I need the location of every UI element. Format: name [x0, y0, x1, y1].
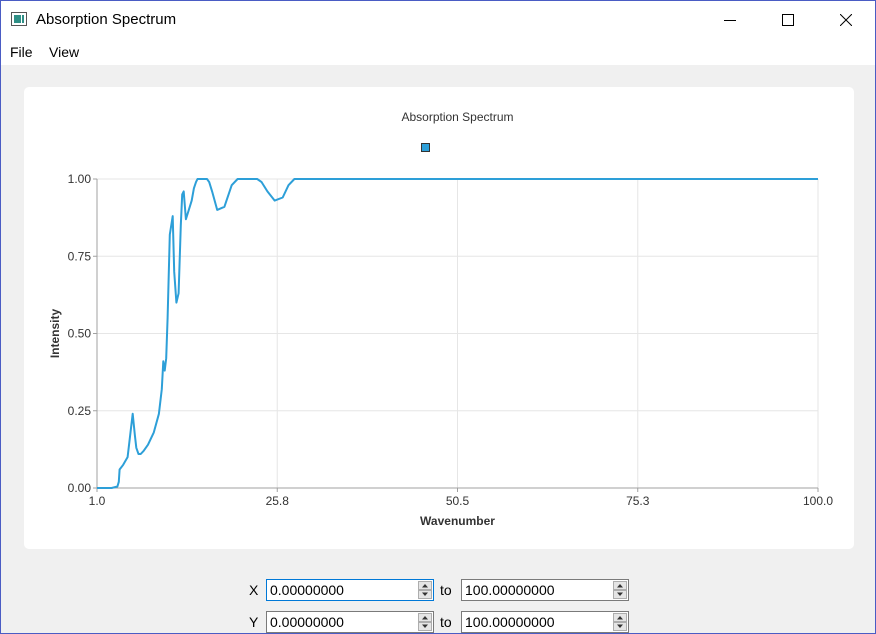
x-min-decrement[interactable] [418, 590, 432, 599]
y-tick-label: 0.25 [68, 404, 92, 418]
x-min-increment[interactable] [418, 581, 432, 590]
y-max-increment[interactable] [613, 613, 627, 622]
x-max-decrement[interactable] [613, 590, 627, 599]
x-tick-label: 25.8 [266, 494, 290, 508]
y-range-row: Y to [1, 611, 875, 633]
arrow-up-icon [422, 584, 428, 588]
y-tick-label: 0.50 [68, 327, 92, 341]
y-tick-label: 0.75 [68, 249, 92, 263]
app-icon [11, 12, 27, 26]
y-tick-label: 0.00 [68, 481, 92, 495]
x-max-input[interactable] [462, 580, 613, 600]
y-axis-label: Intensity [48, 309, 62, 359]
arrow-up-icon [617, 616, 623, 620]
x-tick-label: 1.0 [89, 494, 106, 508]
arrow-up-icon [617, 584, 623, 588]
y-max-spinbox[interactable] [461, 611, 629, 633]
maximize-button[interactable] [759, 1, 817, 39]
x-tick-label: 50.5 [446, 494, 470, 508]
x-max-spinbox[interactable] [461, 579, 629, 601]
close-button[interactable] [817, 1, 875, 39]
minimize-icon [724, 20, 736, 21]
window-title: Absorption Spectrum [36, 11, 177, 28]
x-range-label: X [249, 582, 259, 598]
menu-bar: File View [1, 39, 875, 65]
x-min-input[interactable] [267, 580, 418, 600]
chart-panel: 1.0 25.8 50.5 75.3 100.0 0.00 0.25 0.50 0.75 1.00… [24, 87, 854, 549]
x-to-label: to [440, 582, 452, 598]
y-tick-label: 1.00 [68, 172, 92, 186]
app-window: Absorption Spectrum File View 1.0 25.8 50.… [0, 0, 876, 634]
menu-file[interactable]: File [10, 44, 33, 60]
arrow-down-icon [422, 592, 428, 596]
y-range-label: Y [249, 614, 259, 630]
x-range-row: X to [1, 579, 875, 603]
maximize-icon [782, 14, 794, 26]
x-tick-label: 100.0 [803, 494, 833, 508]
close-icon [840, 14, 852, 26]
y-min-input[interactable] [267, 612, 418, 632]
y-max-decrement[interactable] [613, 622, 627, 631]
y-max-input[interactable] [462, 612, 613, 632]
y-min-spinbox[interactable] [266, 611, 434, 633]
x-max-increment[interactable] [613, 581, 627, 590]
arrow-up-icon [422, 616, 428, 620]
y-min-increment[interactable] [418, 613, 432, 622]
title-bar[interactable]: Absorption Spectrum [1, 1, 875, 39]
legend-marker [421, 143, 430, 152]
absorption-chart: 1.0 25.8 50.5 75.3 100.0 0.00 0.25 0.50 0.75 1.00… [48, 110, 833, 528]
chart-title: Absorption Spectrum [401, 110, 513, 124]
arrow-down-icon [422, 624, 428, 628]
y-to-label: to [440, 614, 452, 630]
arrow-down-icon [617, 624, 623, 628]
arrow-down-icon [617, 592, 623, 596]
x-axis-label: Wavenumber [420, 514, 495, 528]
minimize-button[interactable] [701, 1, 759, 39]
x-tick-label: 75.3 [626, 494, 650, 508]
menu-view[interactable]: View [49, 44, 79, 60]
x-min-spinbox[interactable] [266, 579, 434, 601]
y-min-decrement[interactable] [418, 622, 432, 631]
